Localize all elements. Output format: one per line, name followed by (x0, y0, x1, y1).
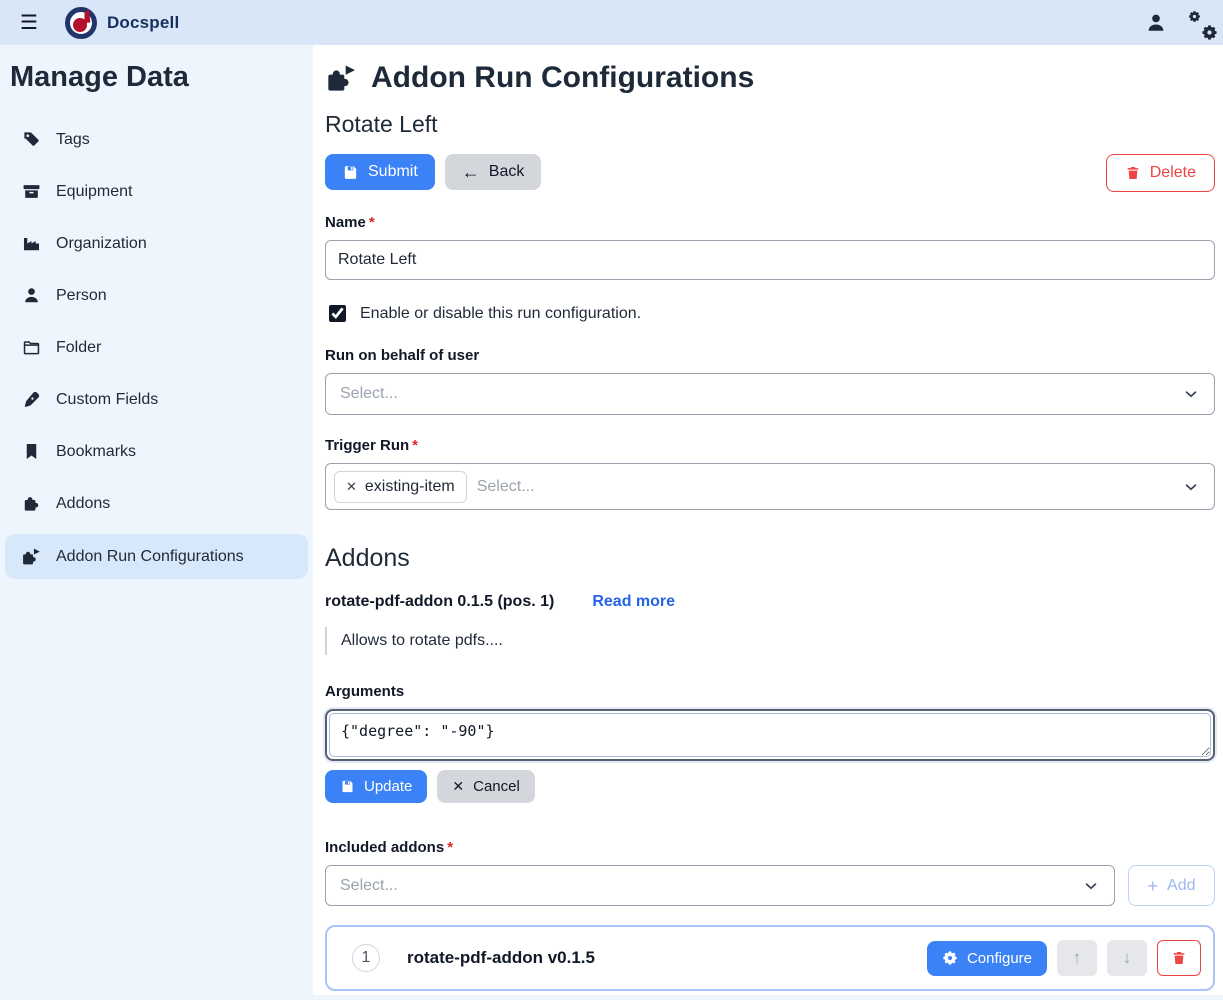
arguments-label: Arguments (325, 683, 1215, 700)
sidebar-item-label: Custom Fields (56, 391, 158, 409)
puzzle-play-icon (21, 546, 41, 567)
sidebar-item-organization[interactable]: Organization (5, 222, 308, 265)
name-label: Name* (325, 214, 1215, 231)
delete-button[interactable]: Delete (1106, 154, 1215, 192)
brand[interactable]: Docspell (64, 6, 179, 40)
sidebar-item-addon-run-configurations[interactable]: Addon Run Configurations (5, 534, 308, 579)
update-button[interactable]: Update (325, 770, 427, 803)
required-mark: * (412, 437, 418, 454)
down-arrow-icon: ↓ (1123, 948, 1132, 968)
position-badge: 1 (352, 944, 380, 972)
plus-icon: + (1148, 877, 1159, 895)
enable-checkbox[interactable] (329, 305, 346, 322)
chevron-down-icon (1082, 877, 1100, 895)
tag-icon (21, 130, 41, 149)
folder-icon (21, 338, 41, 357)
addon-description: Allows to rotate pdfs.... (325, 627, 1215, 655)
save-icon (342, 164, 359, 181)
back-button[interactable]: ← Back (445, 154, 542, 190)
navbar-right (1143, 10, 1207, 36)
sidebar: Manage Data Tags Equipment (0, 45, 313, 1000)
chevron-down-icon (1182, 385, 1200, 403)
sidebar-item-equipment[interactable]: Equipment (5, 170, 308, 213)
person-icon (21, 286, 41, 305)
bookmark-icon (21, 442, 41, 461)
docspell-logo (64, 6, 98, 40)
run-user-select[interactable]: Select... (325, 373, 1215, 415)
main-content: Addon Run Configurations Rotate Left Sub… (313, 45, 1223, 995)
trigger-placeholder: Select... (477, 478, 1172, 496)
top-navbar: ☰ Docspell (0, 0, 1223, 45)
sidebar-item-folder[interactable]: Folder (5, 326, 308, 369)
page-title: Addon Run Configurations (371, 61, 754, 95)
chevron-down-icon (1182, 478, 1200, 496)
enable-checkbox-label: Enable or disable this run configuration… (360, 305, 641, 323)
brand-name: Docspell (107, 13, 179, 33)
factory-icon (21, 234, 41, 253)
remove-chip-icon[interactable]: ✕ (346, 480, 357, 493)
sidebar-item-label: Equipment (56, 183, 133, 201)
configure-button[interactable]: Configure (927, 941, 1047, 976)
sidebar-item-label: Organization (56, 235, 147, 253)
remove-addon-button[interactable] (1157, 940, 1201, 976)
addon-title: rotate-pdf-addon 0.1.5 (pos. 1) (325, 593, 554, 611)
included-addon-row: 1 rotate-pdf-addon v0.1.5 Configure ↑ (325, 925, 1215, 991)
required-mark: * (369, 214, 375, 231)
required-mark: * (447, 839, 453, 856)
up-arrow-icon: ↑ (1073, 948, 1082, 968)
trigger-run-select[interactable]: ✕ existing-item Select... (325, 463, 1215, 510)
sidebar-item-custom-fields[interactable]: Custom Fields (5, 378, 308, 421)
move-up-button[interactable]: ↑ (1057, 940, 1097, 976)
sidebar-item-label: Addons (56, 495, 110, 513)
included-addons-placeholder: Select... (340, 877, 1072, 895)
sidebar-item-person[interactable]: Person (5, 274, 308, 317)
user-account-icon[interactable] (1143, 10, 1169, 36)
run-user-label: Run on behalf of user (325, 347, 1215, 364)
save-icon (340, 779, 355, 794)
run-user-placeholder: Select... (340, 385, 1172, 403)
sidebar-item-tags[interactable]: Tags (5, 118, 308, 161)
sidebar-item-label: Person (56, 287, 107, 305)
arguments-textarea[interactable]: {"degree": "-90"} (329, 713, 1211, 757)
settings-gears-icon[interactable] (1199, 21, 1203, 25)
puzzle-play-icon (325, 62, 357, 94)
included-addon-name: rotate-pdf-addon v0.1.5 (407, 948, 595, 968)
trash-icon (1125, 165, 1141, 181)
move-down-button[interactable]: ↓ (1107, 940, 1147, 976)
selected-trigger-chip[interactable]: ✕ existing-item (334, 471, 467, 503)
name-input[interactable] (325, 240, 1215, 280)
sidebar-item-label: Tags (56, 131, 90, 149)
included-addons-label: Included addons* (325, 839, 1215, 856)
trigger-run-label: Trigger Run* (325, 437, 1215, 454)
close-icon: ✕ (452, 778, 464, 795)
puzzle-icon (21, 494, 41, 513)
sidebar-item-addons[interactable]: Addons (5, 482, 308, 525)
sidebar-item-bookmarks[interactable]: Bookmarks (5, 430, 308, 473)
cancel-button[interactable]: ✕ Cancel (437, 770, 534, 803)
gear-icon (942, 950, 958, 966)
submit-button[interactable]: Submit (325, 154, 435, 190)
sidebar-item-label: Addon Run Configurations (56, 548, 244, 566)
menu-hamburger-icon[interactable]: ☰ (12, 8, 46, 37)
included-addons-select[interactable]: Select... (325, 865, 1115, 906)
pen-icon (21, 390, 41, 409)
page-background (313, 995, 1223, 1000)
sidebar-item-label: Bookmarks (56, 443, 136, 461)
sidebar-title: Manage Data (10, 61, 308, 94)
archive-box-icon (21, 182, 41, 201)
sidebar-item-label: Folder (56, 339, 101, 357)
back-arrow-icon: ← (462, 163, 480, 181)
arguments-editor-frame: {"degree": "-90"} (325, 709, 1215, 761)
addons-section-heading: Addons (325, 544, 1215, 573)
read-more-link[interactable]: Read more (592, 593, 675, 611)
trash-icon (1171, 950, 1187, 966)
add-addon-button[interactable]: + Add (1128, 865, 1215, 906)
config-name-heading: Rotate Left (325, 111, 1215, 138)
